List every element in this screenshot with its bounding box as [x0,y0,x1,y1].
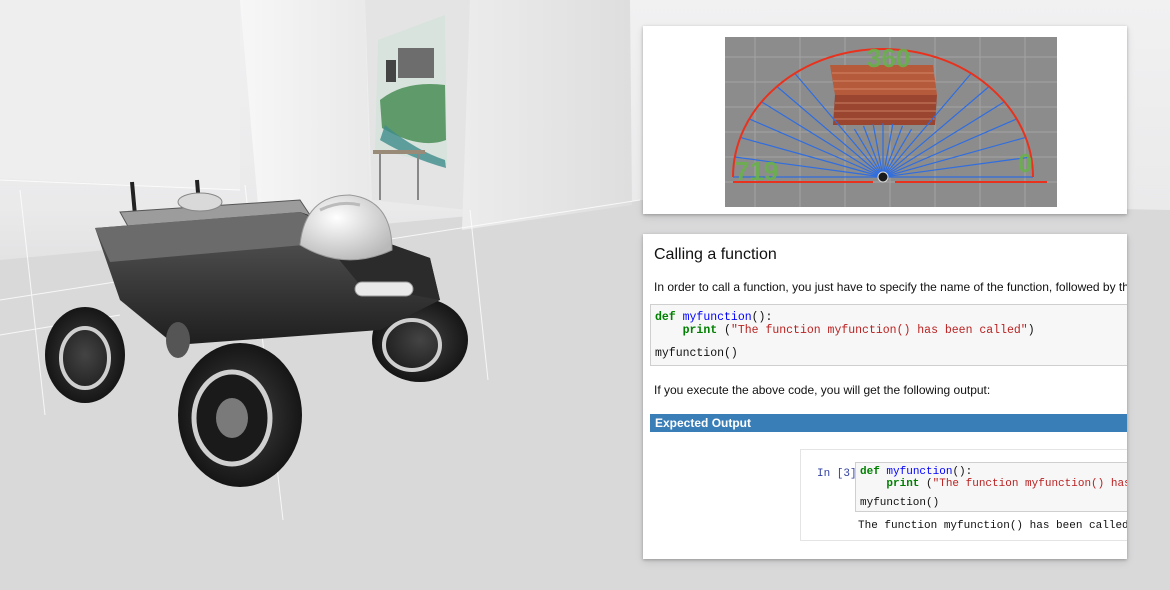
cell-line-def: def myfunction(): [860,466,972,478]
cell-keyword-def: def [860,466,880,478]
code-line-def: def myfunction(): [655,311,772,324]
cell-line-call: myfunction() [860,497,940,509]
laser-sensor [877,171,889,183]
angle-label-360: 360 [867,43,910,73]
keyword-print: print [682,324,718,337]
string-literal: "The function myfunction() has been call… [730,324,1028,337]
cell-print-open: ( [919,478,933,490]
brick-obstacle [830,65,937,125]
angle-label-719: 719 [735,156,778,186]
cell-code-input: def myfunction(): print ("The function m… [855,462,1127,512]
expected-output-header: Expected Output [650,414,1127,432]
cell-line-print: print ("The function myfunction() has be… [860,478,1127,490]
laser-scan-figure: 360 719 0 [643,26,1127,214]
def-tail: (): [751,311,773,324]
wall-panel-right [462,0,632,230]
cell-output: The function myfunction() has been calle… [858,520,1127,532]
keyword-def: def [655,311,676,324]
notebook-excerpt: Calling a function In order to call a fu… [643,234,1127,559]
print-close: ) [1027,324,1035,337]
code-block: def myfunction(): print ("The function m… [650,304,1127,366]
cell-function-name: myfunction [886,466,953,478]
code-line-print: print ("The function myfunction() has be… [655,324,1035,337]
cell-keyword-print: print [886,478,920,490]
wall-poster [375,15,447,168]
print-open: ( [717,324,731,337]
function-name: myfunction [682,311,752,324]
angle-label-0: 0 [1018,148,1032,178]
cell-string-literal: "The function myfunction() has been [932,478,1127,490]
cell-def-tail: (): [952,466,973,478]
wall-panel-left [240,0,370,215]
jupyter-cell-screenshot: In [3]: def myfunction(): print ("The fu… [800,449,1127,541]
laser-scan-image: 360 719 0 [725,37,1057,207]
section-title: Calling a function [654,246,777,263]
after-code-paragraph: If you execute the above code, you will … [654,383,991,397]
intro-paragraph: In order to call a function, you just ha… [654,280,1127,294]
code-line-call: myfunction() [655,347,738,360]
back-wall [0,0,240,190]
